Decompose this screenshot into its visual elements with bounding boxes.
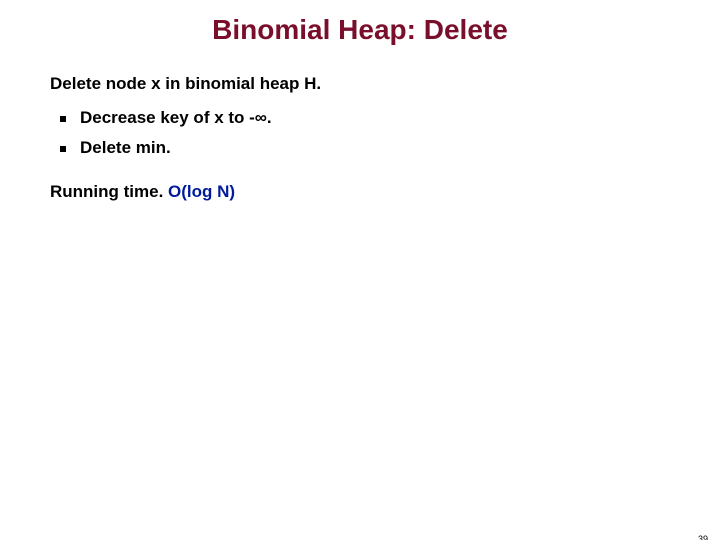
bullet-icon	[60, 116, 66, 122]
running-time-value: O(log N)	[168, 182, 235, 201]
running-time-line: Running time. O(log N)	[50, 182, 670, 202]
bullet-icon	[60, 146, 66, 152]
page-number: 39	[698, 534, 708, 540]
page-title: Binomial Heap: Delete	[0, 14, 720, 46]
bullet-text: Delete min.	[80, 138, 171, 158]
list-item: Decrease key of x to -∞.	[60, 108, 670, 128]
intro-line: Delete node x in binomial heap H.	[50, 74, 670, 94]
content-block: Delete node x in binomial heap H. Decrea…	[50, 74, 670, 202]
list-item: Delete min.	[60, 138, 670, 158]
bullet-list: Decrease key of x to -∞. Delete min.	[60, 108, 670, 158]
running-time-label: Running time.	[50, 182, 168, 201]
bullet-text: Decrease key of x to -∞.	[80, 108, 272, 128]
